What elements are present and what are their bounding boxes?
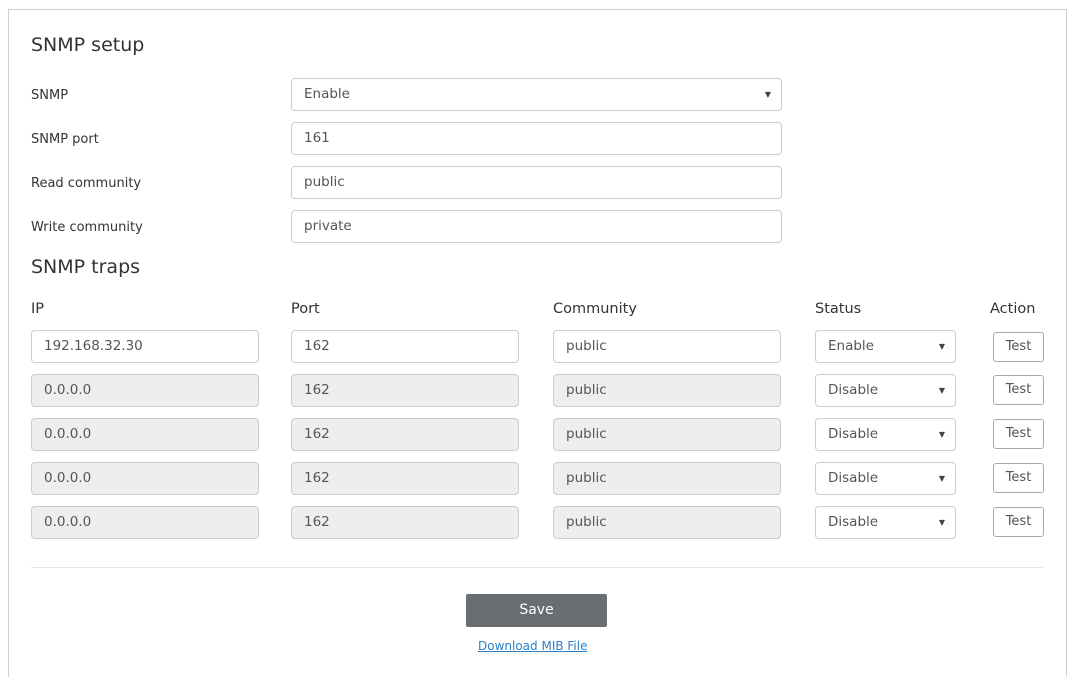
trap-community-input[interactable]: public (553, 374, 781, 407)
trap-status-select[interactable]: Disable ▼ (815, 418, 956, 451)
download-mib-link[interactable]: Download MIB File (478, 639, 587, 653)
trap-status-select[interactable]: Disable ▼ (815, 374, 956, 407)
trap-community-input[interactable]: public (553, 462, 781, 495)
write-community-input[interactable]: private (291, 210, 782, 243)
trap-status-select[interactable]: Disable ▼ (815, 462, 956, 495)
trap-status-value: Disable (828, 382, 879, 398)
chevron-down-icon: ▼ (764, 90, 771, 99)
column-header-action: Action (990, 301, 1036, 317)
test-trap-button[interactable]: Test (993, 507, 1044, 537)
trap-community-input[interactable]: public (553, 506, 781, 539)
column-header-status: Status (815, 301, 862, 317)
write-community-label: Write community (31, 220, 143, 235)
trap-port-input[interactable]: 162 (291, 374, 519, 407)
trap-port-input[interactable]: 162 (291, 418, 519, 451)
read-community-input[interactable]: public (291, 166, 782, 199)
trap-ip-input[interactable]: 0.0.0.0 (31, 462, 259, 495)
trap-ip-input[interactable]: 0.0.0.0 (31, 506, 259, 539)
trap-ip-input[interactable]: 0.0.0.0 (31, 374, 259, 407)
trap-community-input[interactable]: public (553, 330, 781, 363)
column-header-ip: IP (31, 301, 45, 317)
snmp-label: SNMP (31, 88, 69, 103)
snmp-port-label: SNMP port (31, 132, 99, 147)
trap-status-value: Enable (828, 338, 874, 354)
trap-status-value: Disable (828, 514, 879, 530)
trap-status-select[interactable]: Enable ▼ (815, 330, 956, 363)
section-divider (31, 567, 1043, 568)
chevron-down-icon: ▼ (938, 518, 945, 527)
test-trap-button[interactable]: Test (993, 419, 1044, 449)
trap-ip-input[interactable]: 192.168.32.30 (31, 330, 259, 363)
column-header-port: Port (291, 301, 320, 317)
snmp-select-value: Enable (304, 86, 350, 102)
chevron-down-icon: ▼ (938, 474, 945, 483)
trap-port-input[interactable]: 162 (291, 506, 519, 539)
save-button[interactable]: Save (466, 594, 607, 627)
trap-status-select[interactable]: Disable ▼ (815, 506, 956, 539)
snmp-enable-select[interactable]: Enable ▼ (291, 78, 782, 111)
trap-ip-input[interactable]: 0.0.0.0 (31, 418, 259, 451)
test-trap-button[interactable]: Test (993, 375, 1044, 405)
trap-port-input[interactable]: 162 (291, 462, 519, 495)
test-trap-button[interactable]: Test (993, 332, 1044, 362)
chevron-down-icon: ▼ (938, 430, 945, 439)
chevron-down-icon: ▼ (938, 342, 945, 351)
trap-community-input[interactable]: public (553, 418, 781, 451)
trap-status-value: Disable (828, 426, 879, 442)
snmp-traps-heading: SNMP traps (31, 256, 141, 278)
trap-port-input[interactable]: 162 (291, 330, 519, 363)
chevron-down-icon: ▼ (938, 386, 945, 395)
read-community-label: Read community (31, 176, 142, 191)
snmp-port-input[interactable]: 161 (291, 122, 782, 155)
trap-status-value: Disable (828, 470, 879, 486)
snmp-setup-heading: SNMP setup (31, 34, 145, 56)
test-trap-button[interactable]: Test (993, 463, 1044, 493)
column-header-community: Community (553, 301, 637, 317)
